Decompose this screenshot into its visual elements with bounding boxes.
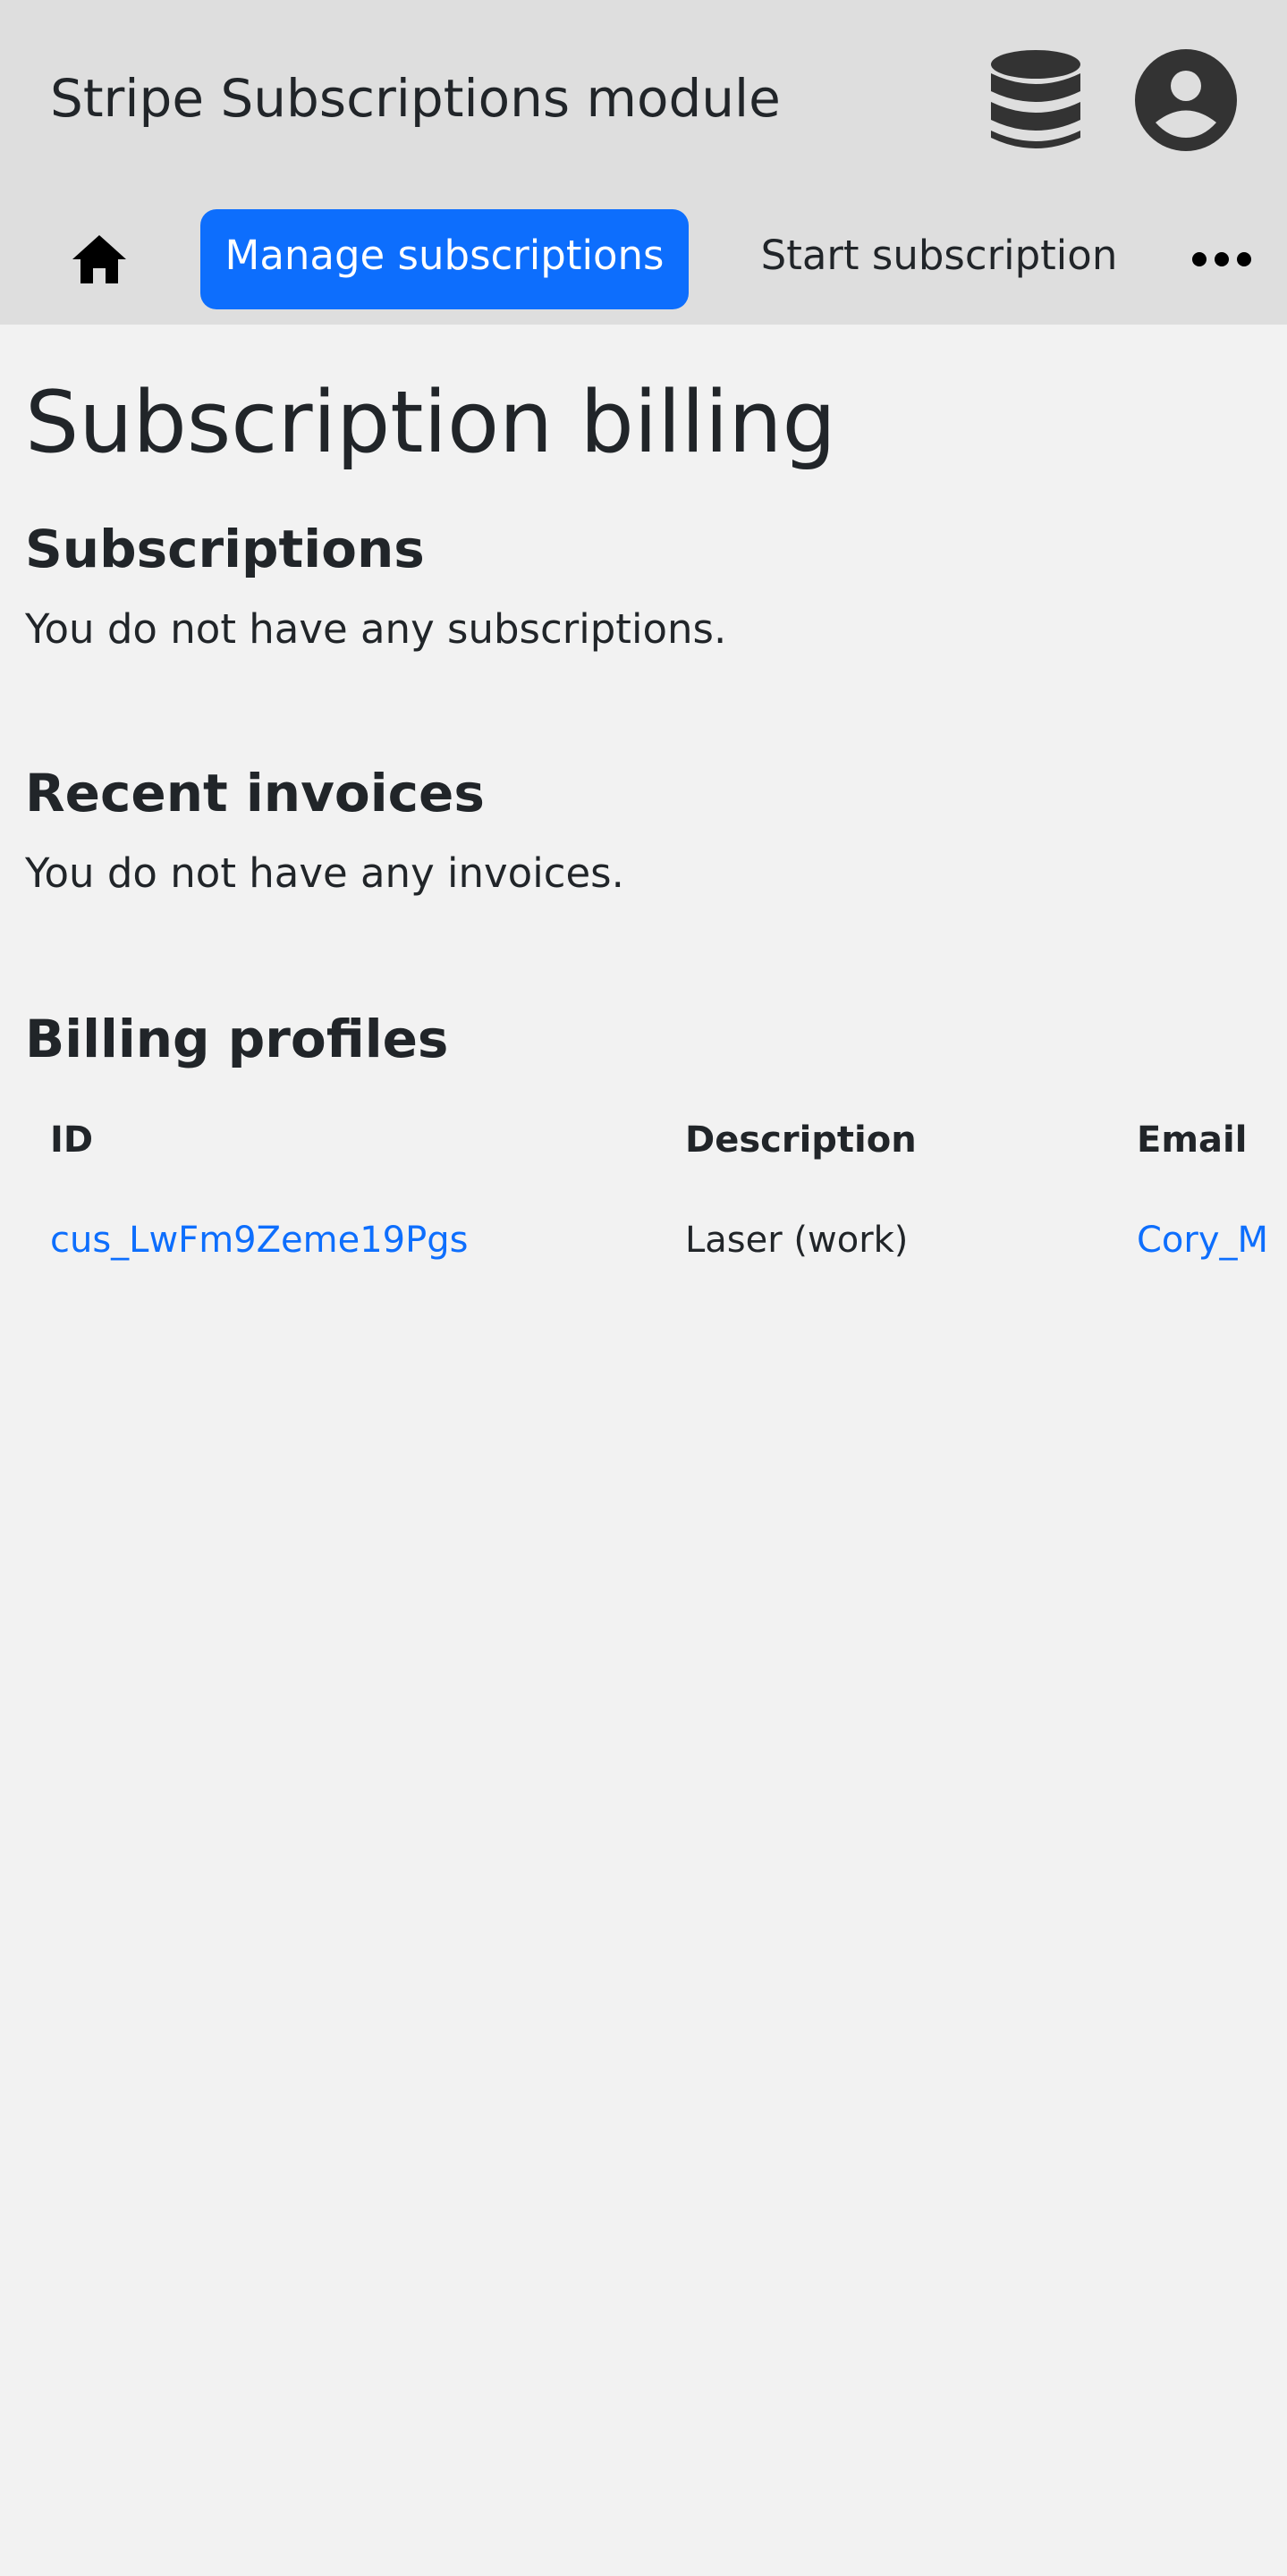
tab-start-subscription[interactable]: Start subscription [737, 209, 1141, 309]
column-header-id: ID [50, 1119, 94, 1161]
main-nav: Manage subscriptions Start subscription [0, 209, 1287, 309]
home-icon[interactable] [70, 232, 129, 286]
user-circle-icon[interactable] [1134, 48, 1238, 152]
subscriptions-empty-message: You do not have any subscriptions. [25, 605, 727, 653]
column-header-description: Description [685, 1119, 917, 1161]
more-horizontal-icon[interactable] [1190, 241, 1254, 277]
description-cell: Laser (work) [685, 1220, 909, 1261]
tab-manage-subscriptions[interactable]: Manage subscriptions [200, 209, 689, 309]
invoices-empty-message: You do not have any invoices. [25, 849, 624, 897]
app-title: Stripe Subscriptions module [50, 68, 781, 129]
email-link[interactable]: Cory_M [1137, 1217, 1287, 1263]
subscriptions-heading: Subscriptions [25, 519, 425, 579]
database-icon[interactable] [988, 48, 1083, 152]
top-header: Stripe Subscriptions module Manage subsc… [0, 0, 1287, 325]
customer-id-link[interactable]: cus_LwFm9Zeme19Pgs [50, 1217, 468, 1263]
billing-profiles-heading: Billing profiles [25, 1009, 449, 1069]
page-title: Subscription billing [25, 374, 836, 472]
invoices-heading: Recent invoices [25, 763, 485, 823]
column-header-email: Email [1137, 1119, 1248, 1161]
